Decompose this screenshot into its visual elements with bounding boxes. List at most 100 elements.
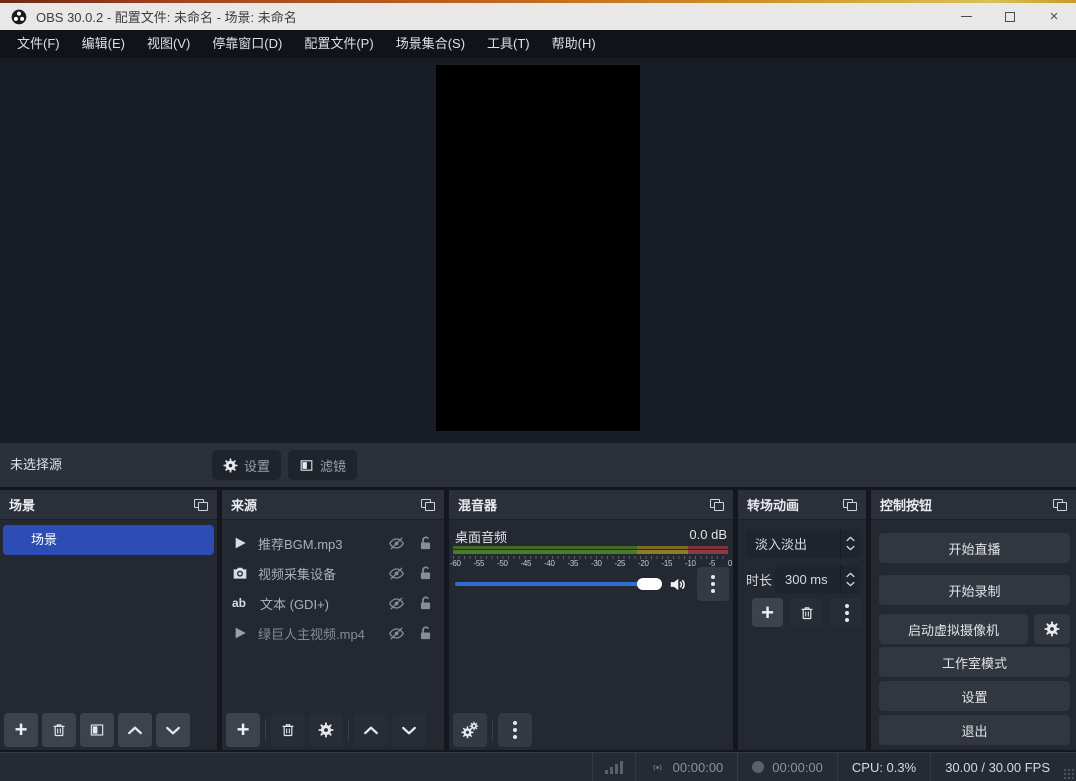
scene-move-down-button[interactable] xyxy=(156,713,190,747)
menu-docks[interactable]: 停靠窗口(D) xyxy=(202,30,292,58)
video-canvas[interactable] xyxy=(436,65,640,431)
source-label: 视频采集设备 xyxy=(258,566,337,582)
text-source-icon: ab xyxy=(232,596,247,610)
transition-select[interactable]: 淡入淡出 xyxy=(746,529,860,558)
mixer-channel-menu-button[interactable] xyxy=(697,567,729,601)
close-button[interactable]: × xyxy=(1032,3,1076,30)
menu-help[interactable]: 帮助(H) xyxy=(542,30,606,58)
eye-slash-icon[interactable] xyxy=(388,625,405,642)
maximize-button[interactable] xyxy=(988,3,1032,30)
popout-icon[interactable] xyxy=(194,498,208,511)
titlebar[interactable]: OBS 30.0.2 - 配置文件: 未命名 - 场景: 未命名 × xyxy=(0,3,1076,30)
source-row-bgm[interactable]: 推荐BGM.mp3 xyxy=(222,528,444,558)
remove-source-button[interactable] xyxy=(271,713,305,747)
plus-icon: + xyxy=(14,717,28,742)
menu-tools[interactable]: 工具(T) xyxy=(477,30,540,58)
menu-edit[interactable]: 编辑(E) xyxy=(72,30,135,58)
source-properties-button[interactable]: 设置 xyxy=(212,450,281,480)
source-move-down-button[interactable] xyxy=(392,713,426,747)
window-controls: × xyxy=(944,3,1076,30)
studio-mode-button[interactable]: 工作室模式 xyxy=(879,647,1070,677)
scene-move-up-button[interactable] xyxy=(118,713,152,747)
source-row-hulk-video[interactable]: 绿巨人主视频.mp4 xyxy=(222,618,444,648)
source-row-video-capture[interactable]: 视频采集设备 xyxy=(222,558,444,588)
speaker-icon[interactable] xyxy=(668,575,687,594)
maximize-icon xyxy=(1005,11,1015,22)
eye-slash-icon[interactable] xyxy=(388,535,405,552)
media-source-icon xyxy=(232,535,248,551)
lock-open-icon[interactable] xyxy=(417,625,434,642)
lock-open-icon[interactable] xyxy=(417,595,434,612)
mixer-dock-header[interactable]: 混音器 xyxy=(449,490,733,520)
toolbar-separator xyxy=(348,719,349,741)
popout-icon[interactable] xyxy=(421,498,435,511)
gear-icon xyxy=(1044,621,1060,637)
settings-button[interactable]: 设置 xyxy=(879,681,1070,711)
record-timer: 00:00:00 xyxy=(738,760,837,775)
controls-dock-header[interactable]: 控制按钮 xyxy=(871,490,1076,520)
transitions-dock-header[interactable]: 转场动画 xyxy=(738,490,866,520)
add-scene-button[interactable]: + xyxy=(4,713,38,747)
source-move-up-button[interactable] xyxy=(354,713,388,747)
remove-scene-button[interactable] xyxy=(42,713,76,747)
volume-slider-handle[interactable] xyxy=(637,578,662,590)
chevron-down-icon xyxy=(165,726,181,735)
camera-icon xyxy=(232,565,248,581)
start-virtual-camera-button[interactable]: 启动虚拟摄像机 xyxy=(879,614,1028,644)
plus-icon: + xyxy=(236,717,250,742)
kebab-menu-icon xyxy=(711,575,715,593)
advanced-audio-button[interactable] xyxy=(453,713,487,747)
trash-icon xyxy=(280,722,296,738)
transitions-toolbar: + xyxy=(752,598,862,627)
menu-scene-collection[interactable]: 场景集合(S) xyxy=(386,30,475,58)
preview-area[interactable] xyxy=(0,58,1076,443)
virtual-camera-row: 启动虚拟摄像机 xyxy=(879,614,1070,644)
source-filters-button[interactable]: 滤镜 xyxy=(288,450,357,480)
remove-transition-button[interactable] xyxy=(791,598,822,627)
controls-dock: 控制按钮 开始直播 开始录制 启动虚拟摄像机 工作室模式 设置 退出 xyxy=(871,490,1076,750)
select-arrows[interactable] xyxy=(840,529,860,558)
no-source-selected-label: 未选择源 xyxy=(10,457,63,472)
popout-icon[interactable] xyxy=(843,498,857,511)
add-transition-button[interactable]: + xyxy=(752,598,783,627)
docks-area: 场景 场景 + 来源 推荐BGM.mp3 视频采集设备 ab 文本 (GDI+)… xyxy=(0,487,1076,752)
duration-spinbox[interactable]: 300 ms xyxy=(775,565,860,594)
menubar: 文件(F) 编辑(E) 视图(V) 停靠窗口(D) 配置文件(P) 场景集合(S… xyxy=(0,30,1076,58)
menu-profile[interactable]: 配置文件(P) xyxy=(294,30,383,58)
spinbox-arrows[interactable] xyxy=(840,565,860,594)
sources-dock-header[interactable]: 来源 xyxy=(222,490,444,520)
add-source-button[interactable]: + xyxy=(226,713,260,747)
popout-icon[interactable] xyxy=(710,498,724,511)
scenes-dock-header[interactable]: 场景 xyxy=(0,490,217,520)
source-label: 文本 (GDI+) xyxy=(260,596,329,612)
virtual-camera-config-button[interactable] xyxy=(1034,614,1070,644)
minimize-icon xyxy=(960,16,972,17)
chevron-up-icon xyxy=(363,726,379,735)
chevron-up-icon xyxy=(127,726,143,735)
lock-open-icon[interactable] xyxy=(417,535,434,552)
menu-file[interactable]: 文件(F) xyxy=(7,30,70,58)
mixer-menu-button[interactable] xyxy=(498,713,532,747)
source-properties-toolbar-button[interactable] xyxy=(309,713,343,747)
minimize-button[interactable] xyxy=(944,3,988,30)
transitions-dock: 转场动画 淡入淡出 时长 300 ms + xyxy=(738,490,866,750)
exit-button[interactable]: 退出 xyxy=(879,715,1070,745)
transition-properties-button[interactable] xyxy=(831,598,862,627)
cpu-usage: CPU: 0.3% xyxy=(851,759,917,775)
start-streaming-button[interactable]: 开始直播 xyxy=(879,533,1070,563)
mixer-dock-title: 混音器 xyxy=(458,498,498,513)
sources-toolbar: + xyxy=(226,713,426,747)
start-recording-button[interactable]: 开始录制 xyxy=(879,575,1070,605)
sources-dock-title: 来源 xyxy=(231,498,258,513)
lock-open-icon[interactable] xyxy=(417,565,434,582)
popout-icon[interactable] xyxy=(1053,498,1067,511)
scene-filters-button[interactable] xyxy=(80,713,114,747)
eye-slash-icon[interactable] xyxy=(388,565,405,582)
eye-slash-icon[interactable] xyxy=(388,595,405,612)
source-row-text[interactable]: ab 文本 (GDI+) xyxy=(222,588,444,618)
volume-slider[interactable] xyxy=(455,577,662,591)
resize-grip[interactable] xyxy=(1064,769,1074,779)
chevron-down-icon xyxy=(401,726,417,735)
menu-view[interactable]: 视图(V) xyxy=(137,30,200,58)
scene-list-item-selected[interactable]: 场景 xyxy=(3,525,214,555)
